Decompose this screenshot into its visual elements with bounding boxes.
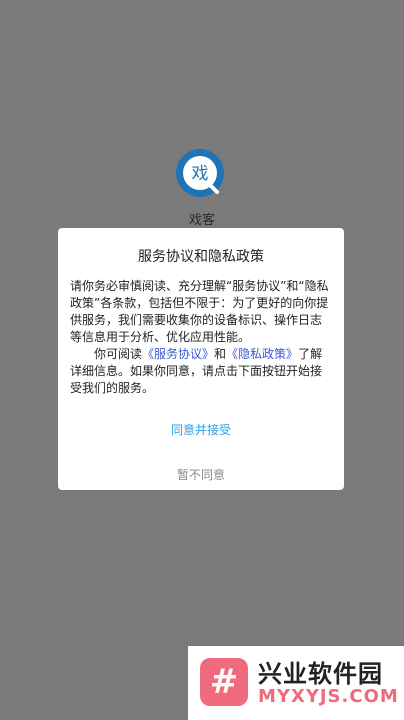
watermark-subtitle: MYXYJS.COM — [258, 686, 399, 707]
watermark-title: 兴业软件园 — [258, 660, 383, 688]
paragraph-2-and: 和 — [214, 347, 227, 361]
paragraph-2-prefix: 你可阅读 — [94, 347, 143, 361]
privacy-policy-link[interactable]: 《隐私政策》 — [226, 347, 298, 361]
hash-icon: # — [209, 662, 239, 702]
dialog-paragraph-1: 请你务必审慎阅读、充分理解“服务协议”和“隐私政策”各条款，包括但不限于：为了更… — [70, 279, 329, 344]
service-agreement-link[interactable]: 《服务协议》 — [142, 347, 214, 361]
agree-button[interactable]: 同意并接受 — [70, 415, 332, 444]
watermark-logo: # — [200, 658, 248, 706]
reject-button[interactable]: 暂不同意 — [70, 460, 332, 489]
dialog-paragraph-2: 你可阅读《服务协议》和《隐私政策》了解详细信息。如果你同意，请点击下面按钮开始接… — [70, 346, 332, 397]
privacy-dialog: 服务协议和隐私政策 请你务必审慎阅读、充分理解“服务协议”和“隐私政策”各条款，… — [58, 228, 344, 490]
watermark: # 兴业软件园 MYXYJS.COM — [188, 646, 404, 720]
dialog-title: 服务协议和隐私政策 — [138, 249, 264, 265]
